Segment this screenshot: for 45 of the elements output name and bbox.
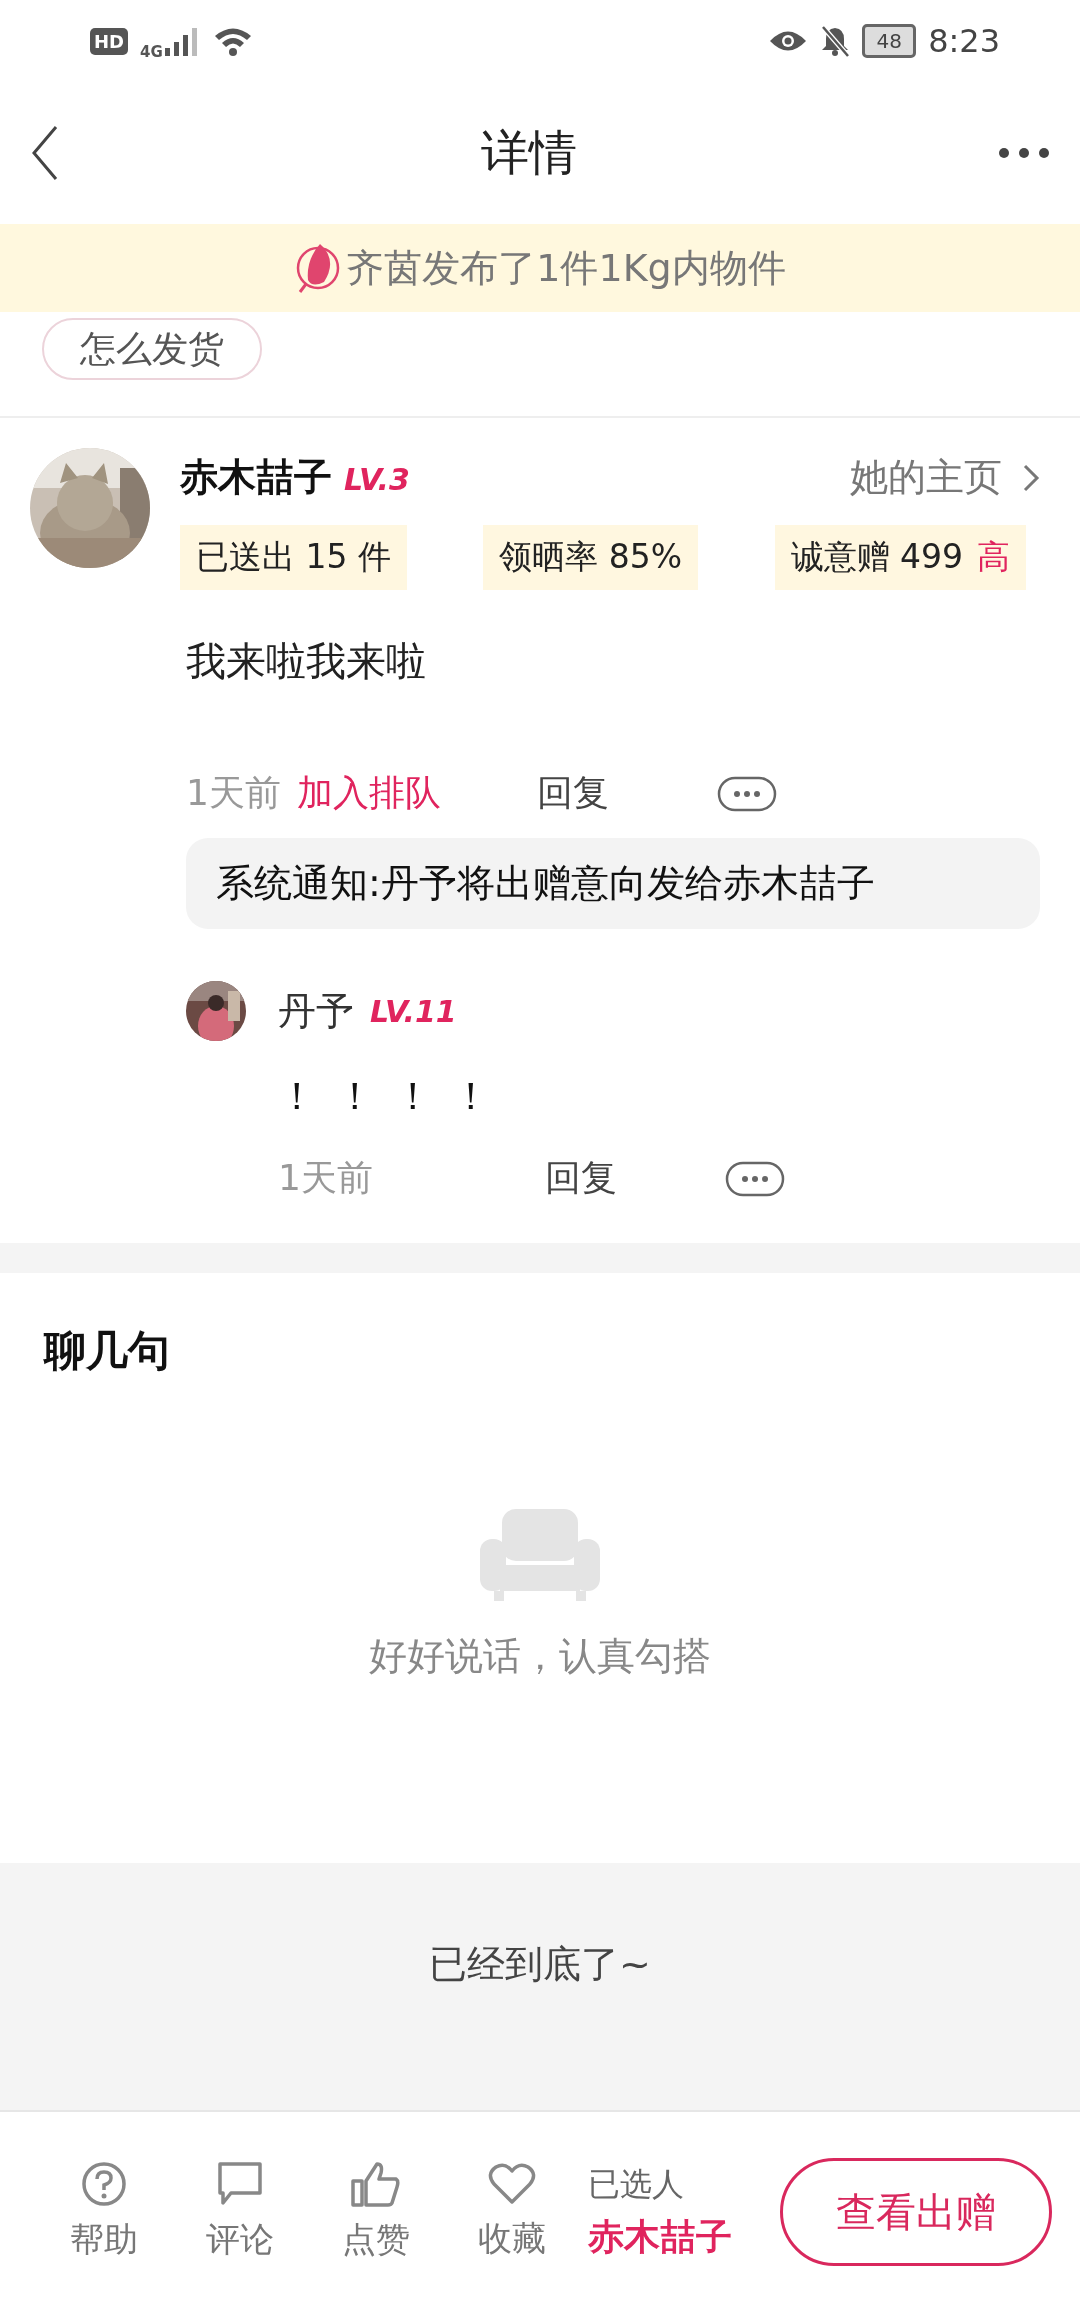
hd-indicator: HD [90, 27, 128, 55]
stat-text: 诚意赠 499 [790, 536, 963, 578]
help-icon [81, 2161, 127, 2207]
stat-text: 领晒率 85% [499, 536, 683, 578]
user-name[interactable]: 丹予 [278, 985, 354, 1037]
thumbs-up-icon [351, 2161, 401, 2207]
section-title: 聊几句 [44, 1325, 171, 1377]
more-options-icon[interactable] [724, 1160, 785, 1197]
reply-time: 1天前 [278, 1156, 373, 1200]
more-icon[interactable] [998, 147, 1050, 159]
level-label: LV.3 [344, 462, 410, 497]
toolbar-button[interactable]: 帮助 [36, 2161, 172, 2263]
clock-time: 8:23 [928, 22, 1000, 60]
chevron-icon [1022, 462, 1040, 493]
action-pill[interactable]: 怎么发货 [42, 318, 262, 380]
user-name[interactable]: 赤木喆子 [180, 452, 332, 503]
back-icon[interactable] [30, 125, 60, 181]
stat-text: 已送出 15 件 [196, 536, 391, 578]
reply-link[interactable]: 回复 [536, 769, 609, 818]
view-gift-button[interactable]: 查看出赠 [780, 2158, 1052, 2266]
reply-link[interactable]: 回复 [544, 1154, 617, 1203]
toolbar-button[interactable]: 收藏 [444, 2162, 580, 2262]
banner-text: 齐茵发布了1件1Kg内物件 [346, 244, 786, 292]
page-title: 详情 [481, 123, 577, 182]
muted-bell-icon [820, 25, 851, 57]
toolbar-button[interactable]: 点赞 [308, 2161, 444, 2263]
join-queue-link[interactable]: 加入排队 [296, 769, 441, 818]
comment-text: 我来啦我来啦 [186, 637, 427, 686]
heart-icon [488, 2162, 536, 2206]
rating-text: 高 [977, 536, 1010, 578]
comment-icon [217, 2161, 263, 2207]
sofa-icon [480, 1509, 600, 1601]
selected-name: 赤木喆子 [588, 2214, 732, 2259]
end-of-list-text: 已经到底了~ [429, 1941, 651, 1988]
empty-hint: 好好说话，认真勾搭 [369, 1633, 711, 1680]
system-notice: 系统通知:丹予将出赠意向发给赤木喆子 [186, 838, 1040, 929]
battery-icon: 48 [862, 24, 917, 58]
selected-label: 已选人 [588, 2163, 685, 2205]
toolbar-button[interactable]: 评论 [172, 2161, 308, 2263]
network-label: 4G [140, 43, 163, 61]
comment-time: 1天前 [186, 771, 281, 815]
homepage-link[interactable]: 她的主页 [850, 452, 1040, 503]
more-options-icon[interactable] [716, 775, 777, 812]
reply-text: ！！！！ [278, 1073, 511, 1120]
level-label: LV.11 [370, 993, 457, 1029]
